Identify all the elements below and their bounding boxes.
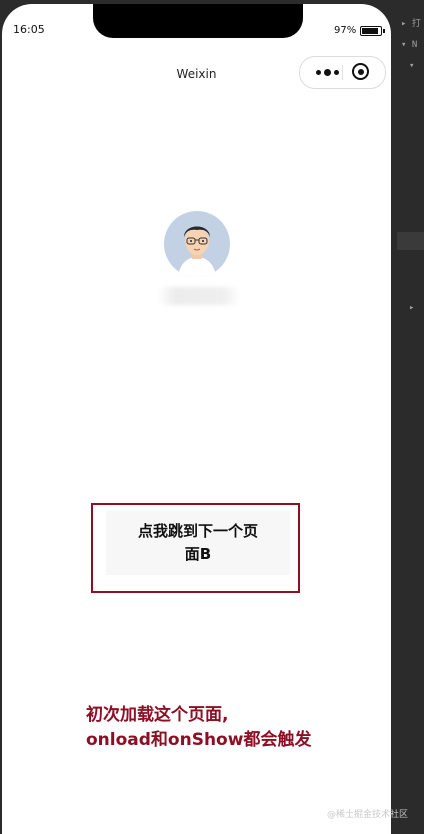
annotation-line: 初次加载这个页面, bbox=[86, 705, 229, 725]
devtools-row[interactable]: ▾ N bbox=[401, 40, 417, 50]
battery-icon bbox=[360, 26, 385, 36]
devtools-selected-row bbox=[397, 232, 424, 250]
more-dots-icon[interactable] bbox=[310, 64, 344, 80]
miniprogram-capsule bbox=[299, 56, 386, 89]
devtools-row[interactable]: ▾ bbox=[409, 61, 414, 71]
target-icon[interactable] bbox=[352, 63, 369, 80]
watermark: @稀土掘金技术社区 bbox=[327, 810, 409, 820]
cartoon-avatar-icon bbox=[178, 226, 216, 277]
annotation-line: onload和onShow都会触发 bbox=[86, 730, 312, 750]
devtools-row[interactable]: ▸ bbox=[409, 303, 414, 313]
blurred-nickname bbox=[158, 287, 240, 305]
devtools-row[interactable]: ▸ 打 bbox=[401, 16, 421, 29]
device-notch bbox=[93, 4, 303, 38]
capsule-divider bbox=[342, 65, 343, 80]
devtools-panel: ▸ 打 ▾ N ▾ ▸ bbox=[393, 0, 424, 834]
highlight-box bbox=[91, 503, 300, 593]
battery-percent: 97% bbox=[334, 25, 357, 36]
avatar bbox=[164, 211, 230, 277]
phone-screen: 16:05 97% Weixin 点我跳到下一个页 面B 初次加载这个页面, o… bbox=[2, 4, 391, 834]
annotation-text: 初次加载这个页面, onload和onShow都会触发 bbox=[86, 703, 386, 753]
status-time: 16:05 bbox=[13, 23, 45, 36]
